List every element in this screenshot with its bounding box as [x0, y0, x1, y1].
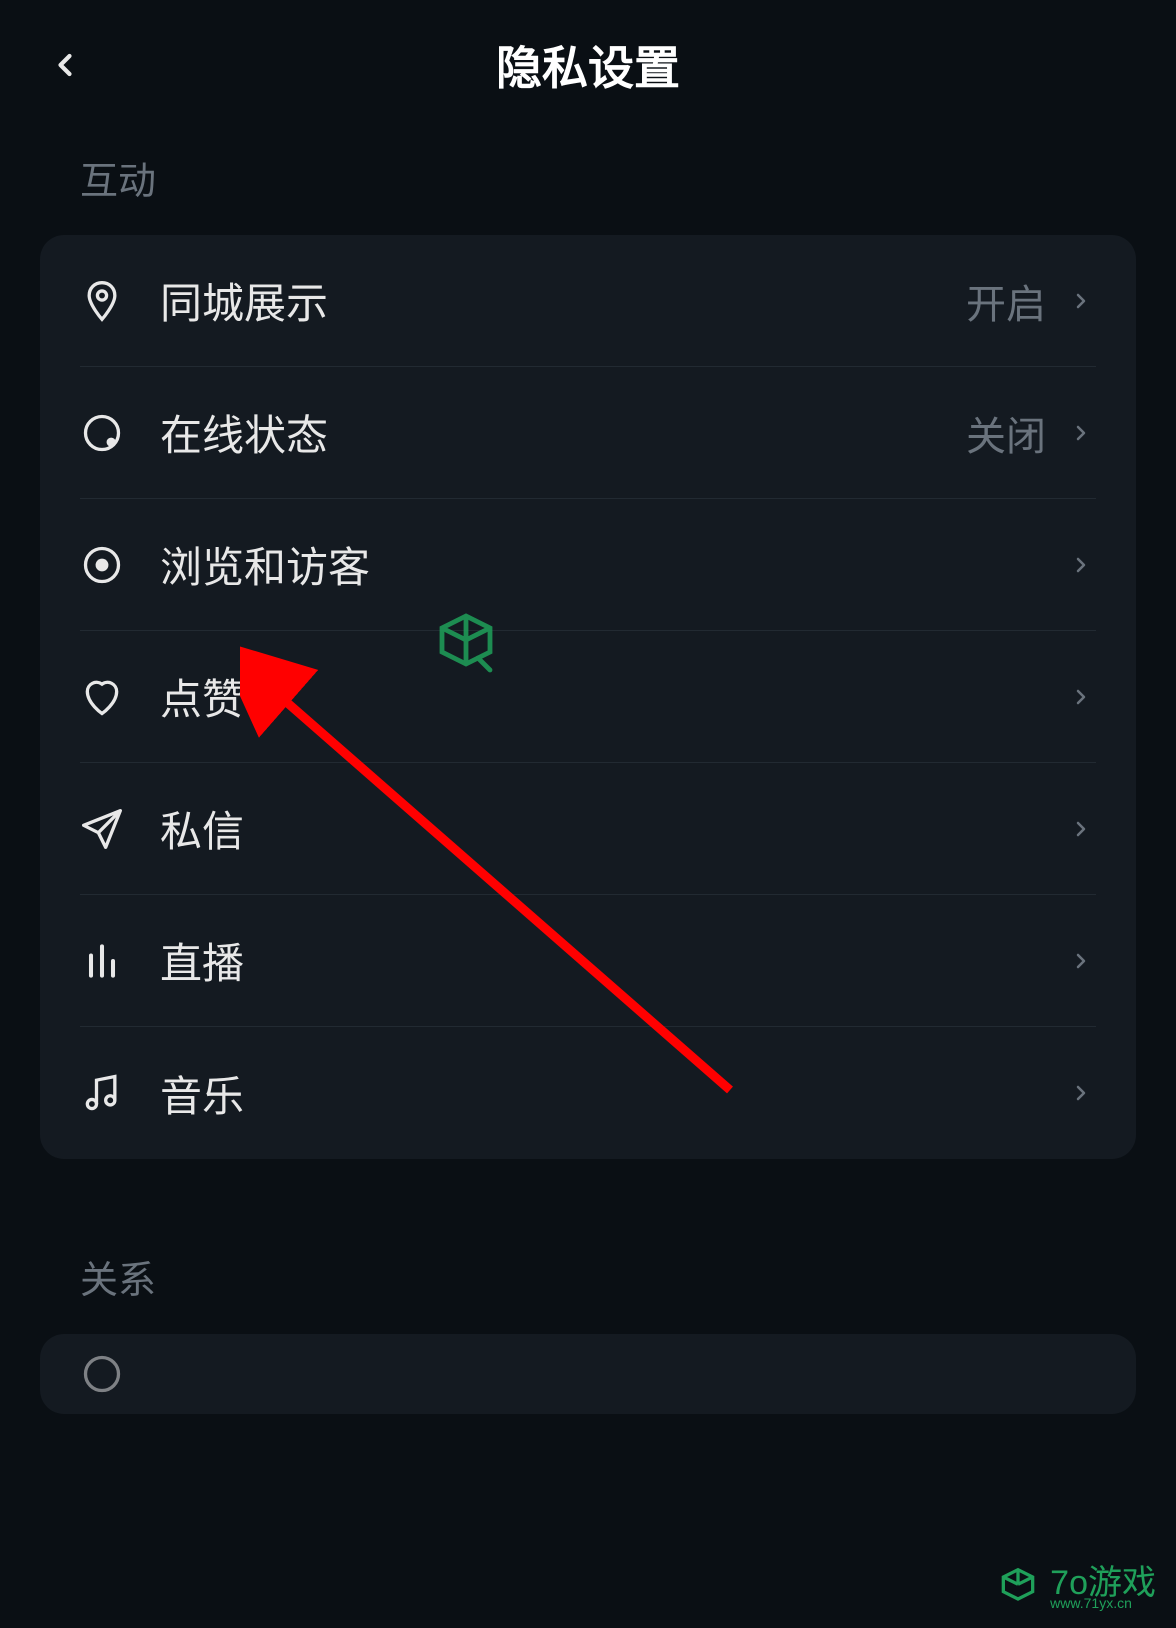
interaction-card: 同城展示 开启 在线状态 关闭 浏览和访客 [40, 235, 1136, 1159]
row-browse-visitors[interactable]: 浏览和访客 [80, 499, 1096, 631]
chevron-right-icon [1066, 548, 1096, 582]
row-label: 同城展示 [160, 270, 966, 331]
relations-card [40, 1334, 1136, 1414]
watermark-logo-icon [996, 1566, 1040, 1610]
watermark-bottom-right: 7o游戏 www.71yx.cn [996, 1566, 1156, 1610]
row-music[interactable]: 音乐 [80, 1027, 1096, 1159]
music-icon [80, 1071, 160, 1115]
row-likes[interactable]: 点赞 [80, 631, 1096, 763]
row-label: 音乐 [160, 1063, 1066, 1124]
chevron-right-icon [1066, 680, 1096, 714]
watermark-text: 7o游戏 [1050, 1566, 1156, 1600]
row-value: 关闭 [966, 404, 1046, 462]
chevron-left-icon [47, 42, 83, 88]
row-label: 私信 [160, 798, 1066, 859]
send-icon [80, 807, 160, 851]
chevron-right-icon [1066, 1076, 1096, 1110]
eye-icon [80, 543, 160, 587]
row-label: 点赞 [160, 666, 1066, 727]
row-online-status[interactable]: 在线状态 关闭 [80, 367, 1096, 499]
status-icon [80, 411, 160, 455]
section-label-relations: 关系 [0, 1229, 1176, 1334]
chevron-right-icon [1066, 284, 1096, 318]
chevron-right-icon [1066, 416, 1096, 450]
row-messages[interactable]: 私信 [80, 763, 1096, 895]
location-icon [80, 279, 160, 323]
bars-icon [80, 939, 160, 983]
row-label: 直播 [160, 930, 1066, 991]
heart-icon [80, 675, 160, 719]
row-same-city[interactable]: 同城展示 开启 [80, 235, 1096, 367]
watermark-sub: www.71yx.cn [1050, 1596, 1156, 1610]
back-button[interactable] [40, 40, 90, 90]
row-relations-partial[interactable] [80, 1334, 1096, 1414]
row-label: 浏览和访客 [160, 534, 1066, 595]
row-value: 开启 [966, 272, 1046, 330]
row-label: 在线状态 [160, 402, 966, 463]
row-live[interactable]: 直播 [80, 895, 1096, 1027]
header: 隐私设置 [0, 0, 1176, 130]
section-label-interaction: 互动 [0, 130, 1176, 235]
chevron-right-icon [1066, 944, 1096, 978]
chevron-right-icon [1066, 812, 1096, 846]
lock-icon [80, 1352, 160, 1396]
page-title: 隐私设置 [496, 32, 680, 98]
